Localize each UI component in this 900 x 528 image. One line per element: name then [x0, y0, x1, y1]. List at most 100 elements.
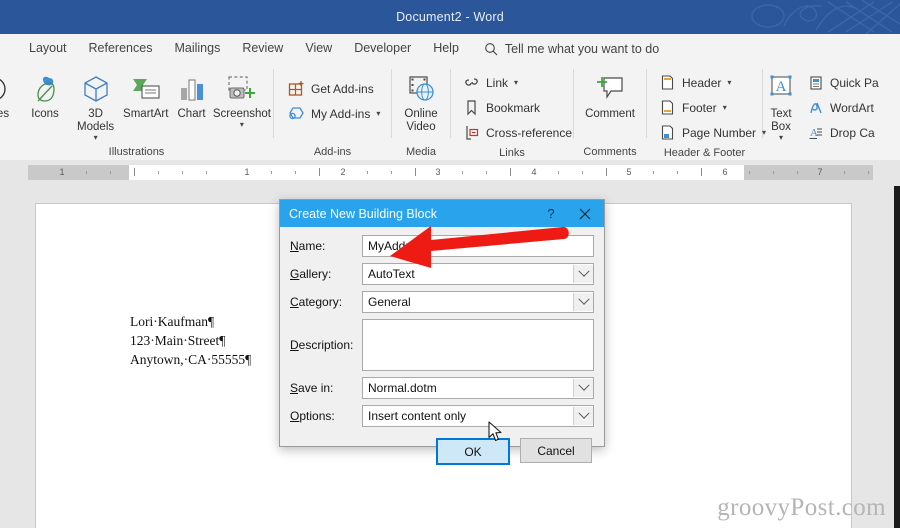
description-textarea[interactable]	[362, 319, 594, 371]
create-new-building-block-dialog[interactable]: Create New Building Block ? Name: MyAddr…	[279, 199, 605, 465]
ribbon-button-3d-models[interactable]: 3D Models ▾	[72, 68, 119, 142]
label-gallery: Gallery:	[290, 267, 362, 281]
search-icon	[484, 42, 498, 56]
ribbon-label-chart: Chart	[177, 108, 206, 120]
cancel-button[interactable]: Cancel	[520, 438, 592, 463]
bookmark-icon	[463, 99, 480, 116]
ribbon-button-bookmark[interactable]: Bookmark	[457, 95, 578, 120]
close-icon[interactable]	[566, 200, 604, 227]
save-in-value: Normal.dotm	[368, 381, 437, 395]
ruler-tick	[653, 171, 654, 174]
chevron-down-icon[interactable]: ▾	[723, 103, 727, 112]
get-addins-icon	[288, 80, 305, 97]
ribbon-button-my-addins[interactable]: My Add-ins ▾	[282, 101, 386, 126]
chevron-down-icon[interactable]	[573, 407, 593, 425]
text-box-icon: A	[765, 72, 797, 106]
ruler-left-margin-shade	[28, 165, 129, 180]
ribbon-button-screenshot[interactable]: Screenshot ▾	[211, 68, 273, 129]
label-save-in: Save in:	[290, 381, 362, 395]
horizontal-ruler[interactable]: 1 1 2 3 4 5 6 7	[0, 160, 900, 347]
label-description: Description:	[290, 319, 362, 371]
tab-help[interactable]: Help	[422, 34, 470, 63]
ribbon-button-wordart[interactable]: WordArt	[801, 95, 885, 120]
ruler-tick	[391, 171, 392, 174]
ribbon-tab-strip[interactable]: Layout References Mailings Review View D…	[0, 34, 900, 63]
question-mark-icon[interactable]: ?	[536, 200, 566, 227]
dialog-button-row: OK Cancel	[290, 438, 594, 465]
chevron-down-icon[interactable]	[573, 293, 593, 311]
ribbon-button-quick-parts[interactable]: Quick Pa	[801, 70, 885, 95]
category-dropdown[interactable]: General	[362, 291, 594, 313]
chevron-down-icon[interactable]: ▾	[94, 134, 98, 142]
ruler-tick	[271, 171, 272, 174]
options-dropdown[interactable]: Insert content only	[362, 405, 594, 427]
ribbon-label-footer: Footer	[682, 100, 717, 115]
ribbon-insert-tab-content: es Icons 3D Models ▾ SmartArt Chart Scre…	[0, 63, 900, 161]
vertical-scrollbar[interactable]	[894, 186, 900, 528]
dialog-title-bar: Create New Building Block ?	[280, 200, 604, 227]
ribbon-button-page-number[interactable]: Page Number ▾	[653, 120, 772, 145]
tab-review[interactable]: Review	[231, 34, 294, 63]
ribbon-button-get-addins[interactable]: Get Add-ins	[282, 76, 386, 101]
quick-parts-icon	[807, 74, 824, 91]
label-gallery-rest: allery:	[299, 267, 332, 281]
document-line-2: 123·Main·Street¶	[130, 333, 226, 348]
dialog-body: Name: MyAddress Gallery: AutoText Catego…	[280, 227, 604, 465]
tab-view[interactable]: View	[294, 34, 343, 63]
tab-mailings[interactable]: Mailings	[163, 34, 231, 63]
ruler-tick-major	[134, 168, 135, 176]
ribbon-button-drop-cap[interactable]: A Drop Ca	[801, 120, 885, 145]
ruler-number: 2	[340, 167, 346, 177]
ruler-number: 1	[59, 167, 65, 177]
ruler-tick	[295, 171, 296, 174]
ribbon-button-smartart[interactable]: SmartArt	[119, 68, 172, 121]
chevron-down-icon[interactable]: ▾	[514, 78, 518, 87]
footer-icon	[659, 99, 676, 116]
chevron-down-icon[interactable]: ▾	[376, 109, 380, 118]
link-icon	[463, 74, 480, 91]
mouse-cursor-icon	[488, 421, 504, 443]
ribbon-button-shapes[interactable]: es	[0, 68, 18, 121]
chart-icon	[178, 72, 206, 106]
save-in-dropdown[interactable]: Normal.dotm	[362, 377, 594, 399]
chevron-down-icon[interactable]: ▾	[240, 121, 244, 129]
document-text-block[interactable]: Lori·Kaufman¶ 123·Main·Street¶ Anytown,·…	[130, 312, 251, 369]
ruler-tick-major	[606, 168, 607, 176]
tell-me-search-box[interactable]: Tell me what you want to do	[484, 42, 659, 56]
ribbon-button-link[interactable]: Link ▾	[457, 70, 578, 95]
ruler-tick-major	[510, 168, 511, 176]
document-line-3: Anytown,·CA·55555¶	[130, 352, 252, 367]
tab-references[interactable]: References	[78, 34, 164, 63]
gallery-dropdown[interactable]: AutoText	[362, 263, 594, 285]
ribbon-group-label-illustrations: Illustrations	[108, 146, 165, 158]
ribbon-button-header[interactable]: Header ▾	[653, 70, 772, 95]
ruler-tick	[486, 171, 487, 174]
chevron-down-icon[interactable]	[573, 265, 593, 283]
tab-developer[interactable]: Developer	[343, 34, 422, 63]
ribbon-button-icons[interactable]: Icons	[18, 68, 72, 121]
ribbon-button-footer[interactable]: Footer ▾	[653, 95, 772, 120]
chevron-down-icon[interactable]: ▾	[727, 78, 731, 87]
ribbon-group-label-addins: Add-ins	[313, 146, 352, 158]
name-input[interactable]: MyAddress	[362, 235, 594, 257]
tab-layout[interactable]: Layout	[18, 34, 78, 63]
ribbon-button-text-box[interactable]: A Text Box ▾	[763, 68, 799, 142]
label-gallery-mnemonic: G	[290, 267, 300, 281]
ribbon-button-online-video[interactable]: Online Video	[392, 68, 450, 134]
ruler-track[interactable]: 1 1 2 3 4 5 6 7	[28, 165, 873, 180]
ribbon-button-chart[interactable]: Chart	[172, 68, 211, 121]
ribbon-group-label-header-footer: Header & Footer	[663, 147, 746, 159]
ruler-tick	[797, 171, 798, 174]
ribbon-group-label-text	[763, 145, 873, 160]
chevron-down-icon[interactable]	[573, 379, 593, 397]
label-save-in-rest: ave in:	[298, 381, 334, 395]
ribbon-group-text: A Text Box ▾ Quick Pa WordArt A Drop Ca	[763, 63, 879, 160]
header-icon	[659, 74, 676, 91]
ruler-tick	[86, 171, 87, 174]
ribbon-button-comment[interactable]: Comment	[575, 68, 645, 121]
chevron-down-icon[interactable]: ▾	[779, 134, 783, 142]
ribbon-button-cross-reference[interactable]: Cross-reference	[457, 120, 578, 145]
dialog-row-description: Description:	[290, 319, 594, 371]
ribbon-label-my-addins: My Add-ins	[311, 106, 371, 121]
ribbon-label-shapes: es	[0, 108, 10, 120]
